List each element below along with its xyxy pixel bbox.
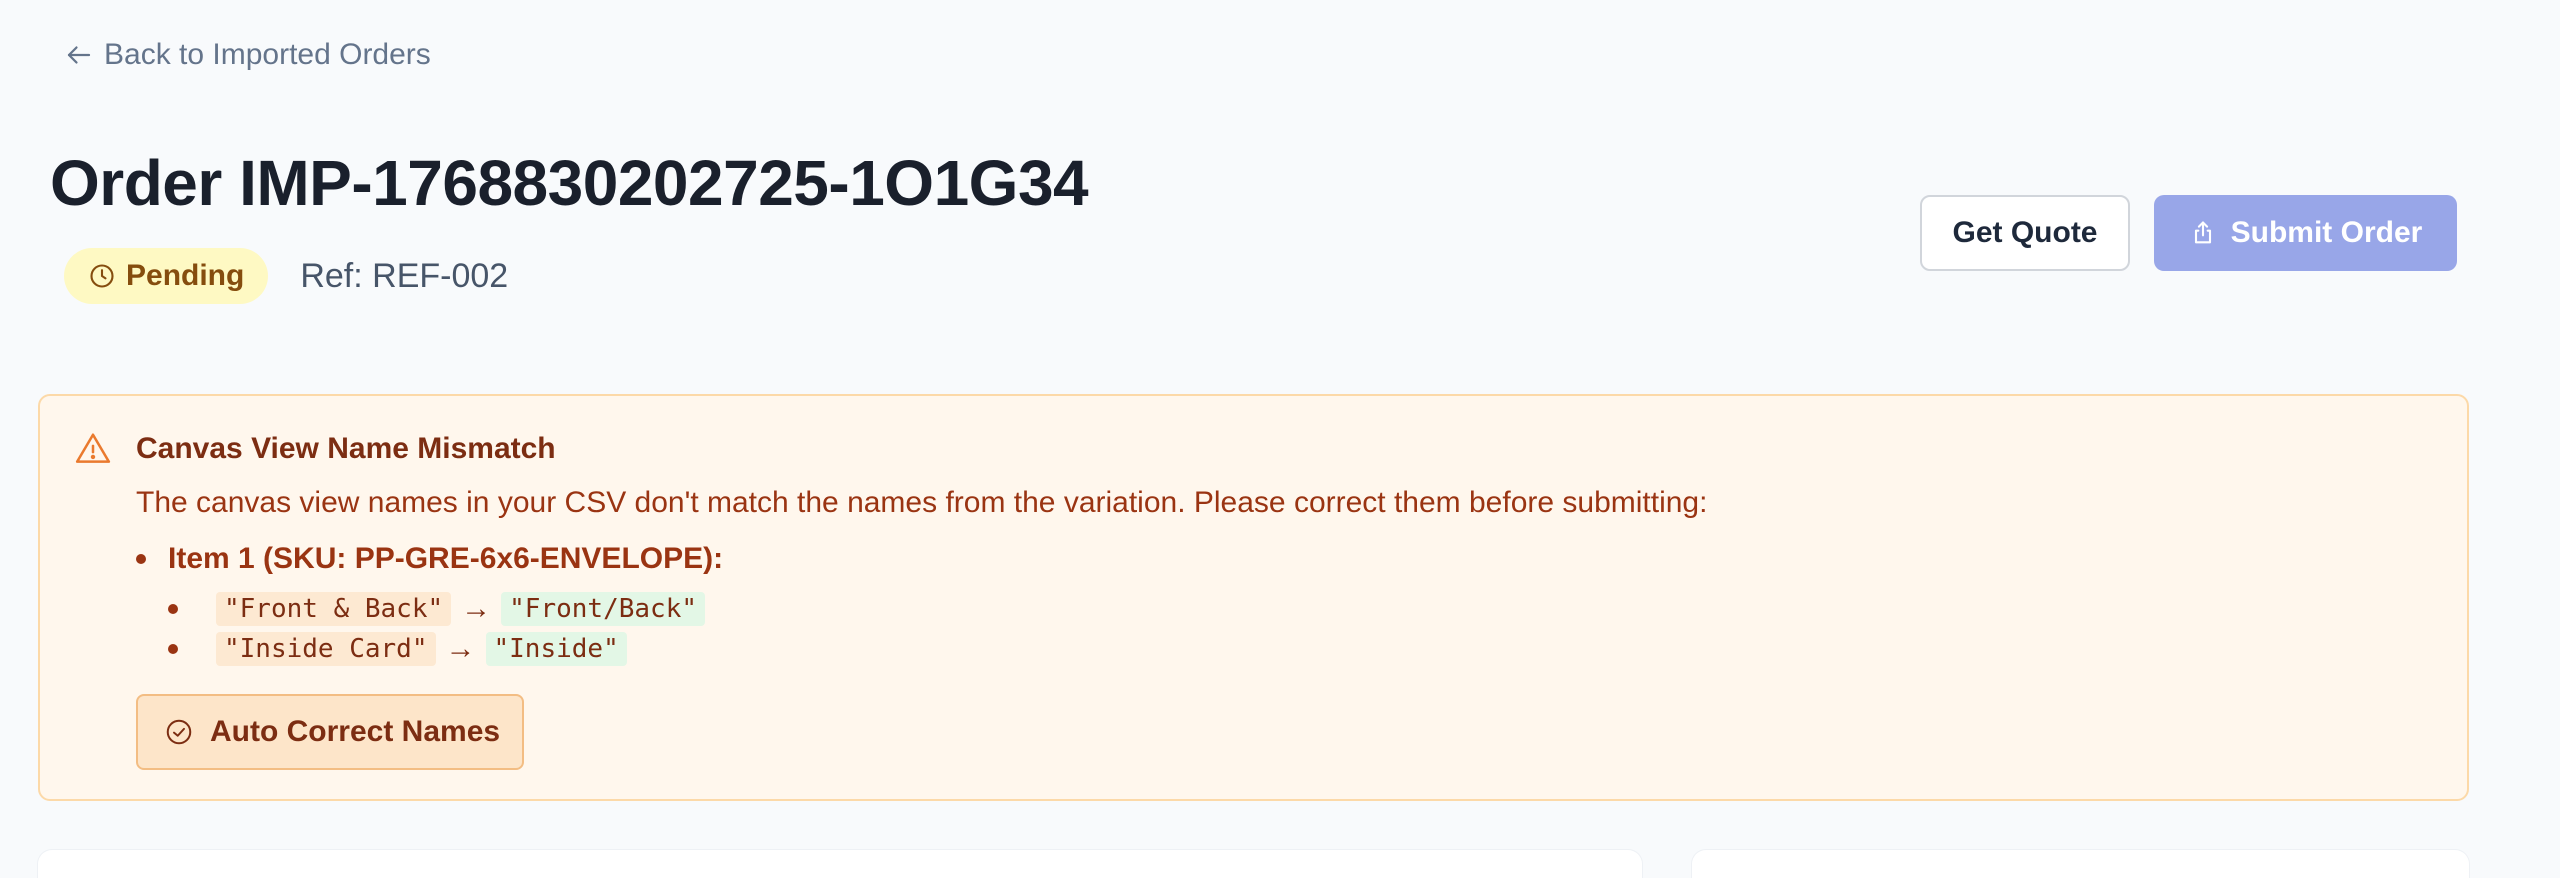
check-circle-icon [166,719,192,745]
order-detail-page: Back to Imported Orders Order IMP-176883… [0,0,2560,878]
arrow-left-icon [67,46,91,64]
back-link-label: Back to Imported Orders [104,38,431,71]
mismatch-item: Item 1 (SKU: PP-GRE-6x6-ENVELOPE): [136,542,723,576]
canvas-mismatch-alert: Canvas View Name Mismatch The canvas vie… [38,394,2469,801]
share-upload-icon [2194,221,2211,244]
submit-order-label: Submit Order [2230,216,2423,249]
get-quote-button[interactable]: Get Quote [1920,195,2130,271]
arrow-right-icon: → [445,632,476,665]
status-badge: Pending [64,248,269,304]
order-actions: Get Quote Submit Order [1920,195,2457,271]
correction-to: "Inside" [485,632,627,666]
auto-correct-label: Auto Correct Names [210,715,501,748]
status-label: Pending [126,259,245,292]
bullet [168,604,178,614]
page-title: Order IMP-1768830202725-1O1G34 [50,147,1089,219]
warning-triangle-icon [75,433,111,463]
order-items-card [38,850,1642,878]
clock-icon [90,264,114,288]
mismatch-item-label: Item 1 (SKU: PP-GRE-6x6-ENVELOPE): [168,542,724,575]
back-link[interactable]: Back to Imported Orders [64,38,431,72]
alert-title: Canvas View Name Mismatch [136,432,556,465]
bullet [136,554,146,564]
correction-from: "Inside Card" [216,632,436,666]
correction-row: "Inside Card" → "Inside" [168,632,627,666]
auto-correct-button[interactable]: Auto Correct Names [136,694,524,770]
correction-from: "Front & Back" [216,592,452,626]
order-reference: Ref: REF-002 [300,256,509,295]
correction-to: "Front/Back" [501,592,705,626]
submit-order-button[interactable]: Submit Order [2154,195,2457,271]
arrow-right-icon: → [461,592,492,625]
alert-description: The canvas view names in your CSV don't … [136,486,1708,519]
order-summary-card [1692,850,2469,878]
order-meta: Pending Ref: REF-002 [64,248,508,304]
bullet [168,644,178,654]
correction-row: "Front & Back" → "Front/Back" [168,592,705,626]
